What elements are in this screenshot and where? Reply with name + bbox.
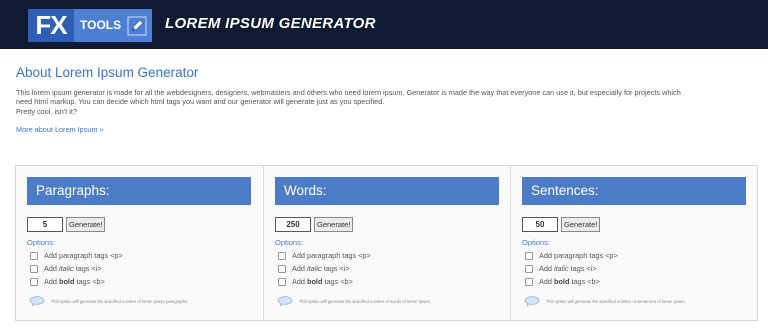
sentences-generate-button[interactable]: Generate! — [561, 217, 601, 232]
speech-bubble-icon — [524, 296, 540, 306]
sentences-opt-bold-tags[interactable]: Add bold tags <b> — [525, 277, 600, 286]
words-count-input[interactable] — [275, 217, 311, 232]
paragraphs-count-input[interactable] — [27, 217, 63, 232]
sentences-hint: This option will generate the specified … — [524, 296, 686, 306]
opt-text: Add — [539, 277, 555, 286]
words-opt-paragraph-tags[interactable]: Add paragraph tags <p> — [278, 251, 371, 260]
opt-text: Add — [44, 264, 60, 273]
opt-text: Add — [539, 264, 555, 273]
sentences-heading: Sentences: — [522, 177, 746, 205]
opt-italic-word: italic — [59, 264, 74, 273]
paragraphs-opt-italic-tags[interactable]: Add italic tags <i> — [30, 264, 102, 273]
sentences-opt-italic-tags[interactable]: Add italic tags <i> — [525, 264, 597, 273]
checkbox[interactable] — [525, 264, 533, 273]
opt-tag: <i> — [339, 264, 350, 273]
sentences-count-input[interactable] — [522, 217, 558, 232]
paragraphs-opt-paragraph-tags[interactable]: Add paragraph tags <p> — [30, 251, 123, 260]
words-opt-bold-tags[interactable]: Add bold tags <b> — [278, 277, 353, 286]
logo-fx-text: FX — [28, 9, 74, 42]
about-line-1: This lorem ipsum generator is made for a… — [16, 88, 681, 97]
opt-text: tags — [322, 277, 341, 286]
about-heading: About Lorem Ipsum Generator — [16, 65, 199, 80]
opt-text: Add — [292, 277, 308, 286]
fx-tools-logo[interactable]: FX TOOLS — [28, 9, 152, 42]
paragraphs-hint: This option will generate the specified … — [29, 296, 188, 306]
sentences-options-label: Options: — [522, 238, 550, 247]
top-header: FX TOOLS LOREM IPSUM GENERATOR — [0, 0, 768, 49]
words-heading: Words: — [275, 177, 499, 205]
about-description: This lorem ipsum generator is made for a… — [16, 88, 756, 116]
sentences-opt-paragraph-tags[interactable]: Add paragraph tags <p> — [525, 251, 618, 260]
opt-text: Add — [292, 264, 308, 273]
sentences-generator: Sentences: Generate! Options: Add paragr… — [510, 166, 757, 320]
opt-tag: <p> — [358, 251, 371, 260]
logo-tools-block: TOOLS — [74, 9, 152, 42]
opt-tag: <p> — [110, 251, 123, 260]
opt-italic-word: italic — [307, 264, 322, 273]
checkbox[interactable] — [525, 251, 533, 260]
words-generator: Words: Generate! Options: Add paragraph … — [263, 166, 510, 320]
app-title: LOREM IPSUM GENERATOR — [165, 15, 376, 32]
about-line-3: Pretty cool, isn't it? — [16, 106, 78, 116]
pencil-icon — [127, 16, 147, 35]
opt-text: Add paragraph tags — [539, 251, 606, 260]
checkbox[interactable] — [525, 277, 533, 286]
opt-text: tags — [73, 264, 92, 273]
paragraphs-heading: Paragraphs: — [27, 177, 251, 205]
speech-bubble-icon — [277, 296, 293, 306]
opt-text: tags — [568, 264, 587, 273]
logo-tools-text: TOOLS — [80, 18, 122, 32]
checkbox[interactable] — [278, 264, 286, 273]
checkbox[interactable] — [278, 251, 286, 260]
opt-tag: <i> — [91, 264, 102, 273]
checkbox[interactable] — [278, 277, 286, 286]
opt-tag: <b> — [92, 277, 105, 286]
opt-tag: <i> — [586, 264, 597, 273]
opt-tag: <b> — [340, 277, 353, 286]
hint-text: This option will generate the specified … — [299, 298, 431, 304]
hint-text: This option will generate the specified … — [546, 298, 686, 304]
opt-text: tags — [321, 264, 340, 273]
paragraphs-options-label: Options: — [27, 238, 55, 247]
checkbox[interactable] — [30, 277, 38, 286]
paragraphs-generate-button[interactable]: Generate! — [66, 217, 106, 232]
words-options-label: Options: — [275, 238, 303, 247]
words-opt-italic-tags[interactable]: Add italic tags <i> — [278, 264, 350, 273]
speech-bubble-icon — [29, 296, 45, 306]
opt-italic-word: italic — [554, 264, 569, 273]
opt-text: tags — [569, 277, 588, 286]
opt-bold-word: bold — [307, 277, 323, 286]
paragraphs-opt-bold-tags[interactable]: Add bold tags <b> — [30, 277, 105, 286]
opt-bold-word: bold — [59, 277, 75, 286]
hint-text: This option will generate the specified … — [51, 298, 189, 304]
opt-tag: <p> — [605, 251, 618, 260]
opt-text: tags — [74, 277, 93, 286]
about-line-2: need html markup. You can decide which h… — [16, 97, 385, 107]
opt-tag: <b> — [587, 277, 600, 286]
more-about-link[interactable]: More about Lorem Ipsum » — [16, 125, 104, 134]
checkbox[interactable] — [30, 251, 38, 260]
opt-text: Add paragraph tags — [44, 251, 111, 260]
checkbox[interactable] — [30, 264, 38, 273]
opt-bold-word: bold — [554, 277, 570, 286]
paragraphs-generator: Paragraphs: Generate! Options: Add parag… — [16, 166, 263, 320]
words-hint: This option will generate the specified … — [277, 296, 431, 306]
words-generate-button[interactable]: Generate! — [314, 217, 354, 232]
generator-panels: Paragraphs: Generate! Options: Add parag… — [15, 165, 758, 321]
opt-text: Add — [44, 277, 60, 286]
opt-text: Add paragraph tags — [292, 251, 359, 260]
